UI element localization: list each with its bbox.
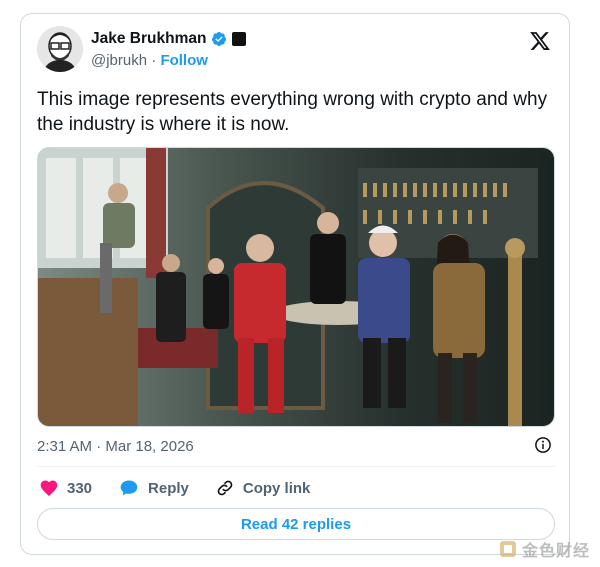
author-name[interactable]: Jake Brukhman (91, 30, 206, 48)
author-name-row: Jake Brukhman (91, 30, 247, 48)
tweet-timestamp[interactable]: 2:31 AM · Mar 18, 2026 (37, 438, 194, 455)
reply-label: Reply (148, 479, 189, 497)
x-logo-icon[interactable] (529, 30, 551, 52)
tweet-text: This image represents everything wrong w… (37, 89, 548, 135)
watermark-text: 金色财经 (521, 543, 590, 560)
watermark: 金色财经 (498, 537, 590, 561)
link-icon (217, 480, 233, 496)
reply-button[interactable]: Reply (118, 478, 189, 498)
handle-row: @jbrukh · Follow (91, 52, 208, 69)
affiliate-badge-icon (232, 32, 247, 46)
follow-button[interactable]: Follow (160, 52, 208, 69)
divider (37, 466, 555, 467)
verified-badge-icon (212, 32, 227, 46)
avatar[interactable] (37, 26, 83, 72)
copy-link-button[interactable]: Copy link (215, 478, 311, 498)
tweet-card: Jake Brukhman @jbrukh · Follow This imag… (20, 13, 570, 555)
info-icon[interactable] (534, 436, 552, 454)
author-handle[interactable]: @jbrukh (91, 52, 147, 69)
action-bar: 330 Reply Copy link (39, 478, 336, 498)
separator: · (151, 52, 157, 69)
heart-icon (40, 480, 58, 496)
reply-bubble-icon (120, 480, 138, 496)
like-count: 330 (67, 479, 93, 497)
like-button[interactable]: 330 (39, 478, 92, 498)
tweet-photo[interactable] (37, 147, 555, 427)
watermark-logo-icon (499, 541, 516, 557)
read-replies-button[interactable]: Read 42 replies (37, 508, 555, 540)
copy-link-label: Copy link (242, 479, 311, 497)
